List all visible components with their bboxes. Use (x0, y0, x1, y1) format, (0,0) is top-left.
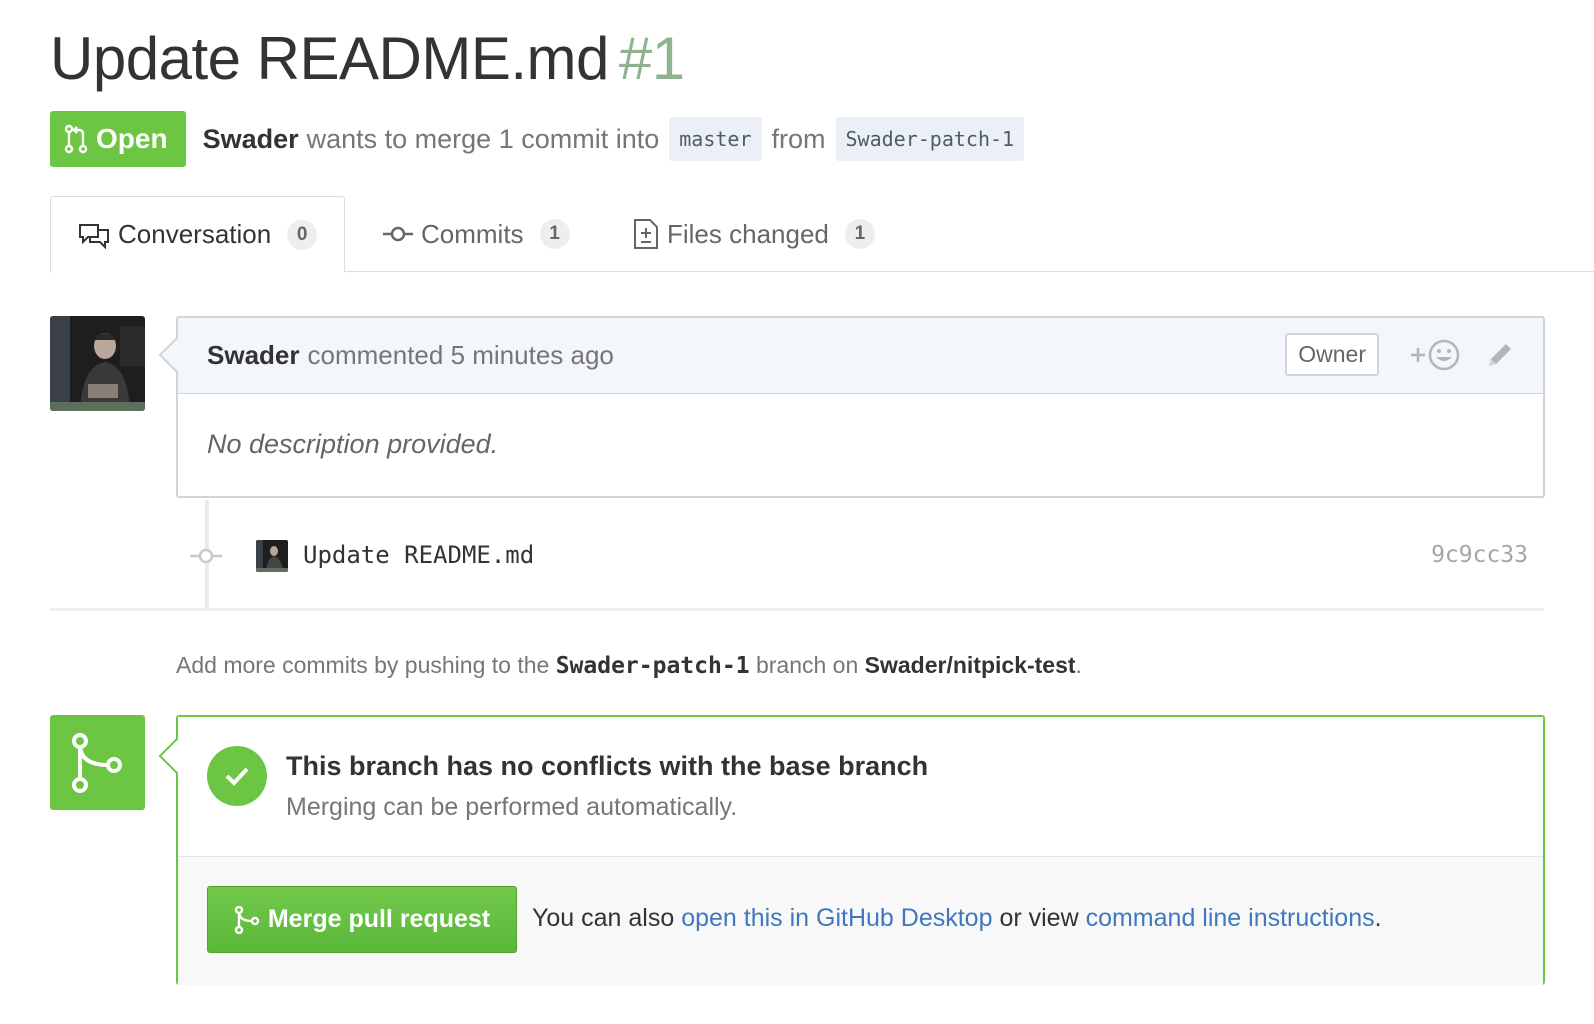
check-circle-icon (207, 746, 267, 806)
git-commit-icon (383, 226, 413, 242)
avatar[interactable] (50, 316, 145, 411)
pr-tabs: Conversation 0 Commits 1 Files changed 1 (50, 196, 1594, 273)
merge-status-title: This branch has no conflicts with the ba… (286, 751, 929, 781)
push-hint-repo: Swader/nitpick-test (864, 652, 1076, 678)
open-in-desktop-link[interactable]: open this in GitHub Desktop (681, 904, 992, 932)
state-badge: Open (50, 111, 186, 167)
tab-commits[interactable]: Commits 1 (383, 196, 570, 272)
avatar-image (50, 316, 145, 411)
pencil-icon (1489, 344, 1511, 366)
also-prefix: You can also (532, 904, 675, 932)
owner-badge: Owner (1285, 333, 1379, 376)
merge-box: This branch has no conflicts with the ba… (158, 715, 1545, 985)
merge-status: This branch has no conflicts with the ba… (178, 717, 1543, 857)
merge-alternatives: You can also open this in GitHub Desktop… (532, 904, 1382, 933)
comment-discussion-icon (79, 223, 109, 249)
tab-label: Commits (421, 218, 524, 249)
merge-summary: Swader wants to merge 1 commit into mast… (203, 117, 1035, 161)
pr-number: #1 (618, 25, 685, 92)
edit-comment-button[interactable] (1485, 340, 1515, 377)
merge-actions: Merge pull request You can also open thi… (178, 857, 1543, 985)
pr-meta: Open Swader wants to merge 1 commit into… (50, 111, 1034, 167)
tab-files-changed[interactable]: Files changed 1 (633, 196, 875, 272)
git-merge-icon (234, 905, 260, 934)
tab-counter: 0 (287, 219, 318, 250)
pr-author-link[interactable]: Swader (203, 124, 299, 155)
add-reaction-button[interactable] (1409, 338, 1461, 379)
comment-timestamp[interactable]: commented 5 minutes ago (308, 340, 614, 371)
smiley-icon (1411, 339, 1460, 371)
git-merge-icon (71, 732, 122, 793)
merge-status-icon-box (50, 715, 145, 810)
commit-author-avatar[interactable] (256, 540, 288, 572)
tab-label: Conversation (118, 219, 272, 249)
page-title: Update README.md #1 (50, 24, 685, 93)
command-line-instructions-link[interactable]: command line instructions (1086, 904, 1375, 932)
commit-message-link[interactable]: Update README.md (303, 541, 534, 569)
merge-pull-request-button[interactable]: Merge pull request (207, 886, 517, 953)
comment-body: No description provided. (207, 429, 499, 459)
pr-title: Update README.md (50, 25, 609, 92)
merge-text: wants to merge 1 commit into (306, 123, 660, 154)
tab-conversation[interactable]: Conversation 0 (50, 196, 346, 273)
diff-icon (634, 219, 658, 249)
pr-description-comment: Swader commented 5 minutes ago Owner No … (158, 316, 1545, 498)
comment-arrow (158, 336, 196, 374)
merge-button-label: Merge pull request (267, 905, 491, 933)
comment-author-link[interactable]: Swader (207, 340, 300, 371)
tab-label: Files changed (667, 218, 829, 249)
check-icon (225, 767, 249, 786)
push-hint-branch: Swader-patch-1 (555, 653, 750, 679)
divider (50, 608, 1544, 611)
git-pull-request-icon (64, 124, 88, 154)
state-label: Open (96, 123, 168, 154)
git-commit-icon (190, 548, 222, 564)
tab-counter: 1 (539, 219, 570, 249)
push-hint: Add more commits by pushing to the Swade… (176, 652, 1082, 679)
comment-header: Swader commented 5 minutes ago Owner (158, 318, 1543, 394)
commit-sha-link[interactable]: 9c9cc33 (1431, 542, 1528, 568)
from-text: from (771, 123, 826, 154)
or-view-text: or view (999, 904, 1079, 932)
commit-row: Update README.md 9c9cc33 (190, 530, 1534, 580)
also-suffix: . (1374, 904, 1382, 932)
head-branch[interactable]: Swader-patch-1 (835, 117, 1025, 161)
push-hint-suffix: . (1075, 652, 1082, 678)
tab-counter: 1 (844, 219, 875, 249)
merge-status-subtitle: Merging can be performed automatically. (286, 793, 738, 821)
push-hint-prefix: Add more commits by pushing to the (176, 652, 550, 678)
push-hint-middle: branch on (755, 652, 859, 678)
base-branch[interactable]: master (669, 117, 762, 161)
